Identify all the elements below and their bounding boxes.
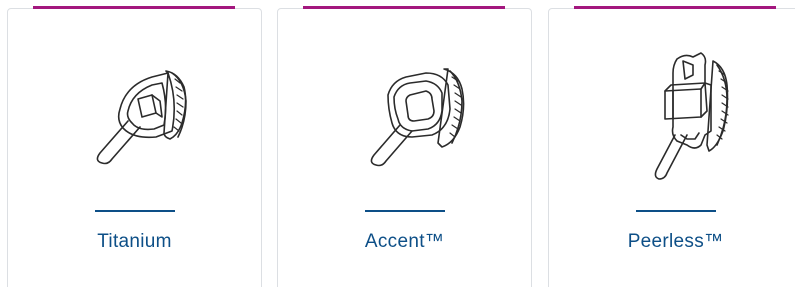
product-card-peerless[interactable]: Peerless™ [548, 6, 795, 287]
product-card-titanium[interactable]: Titanium [7, 6, 262, 287]
product-name[interactable]: Titanium [8, 231, 261, 253]
product-name[interactable]: Peerless™ [549, 231, 795, 253]
card-accent-bar [33, 6, 235, 9]
accent-bracket-icon [278, 39, 531, 189]
product-card-accent[interactable]: Accent™ [277, 6, 532, 287]
product-name[interactable]: Accent™ [278, 231, 531, 253]
card-accent-bar [574, 6, 776, 9]
card-divider [94, 210, 175, 212]
peerless-bracket-icon [549, 39, 795, 189]
card-divider [635, 210, 716, 212]
titanium-bracket-icon [8, 39, 261, 189]
card-accent-bar [303, 6, 505, 9]
card-divider [364, 210, 445, 212]
product-card-row: Titanium Accent™ Peerless™ [0, 0, 795, 287]
